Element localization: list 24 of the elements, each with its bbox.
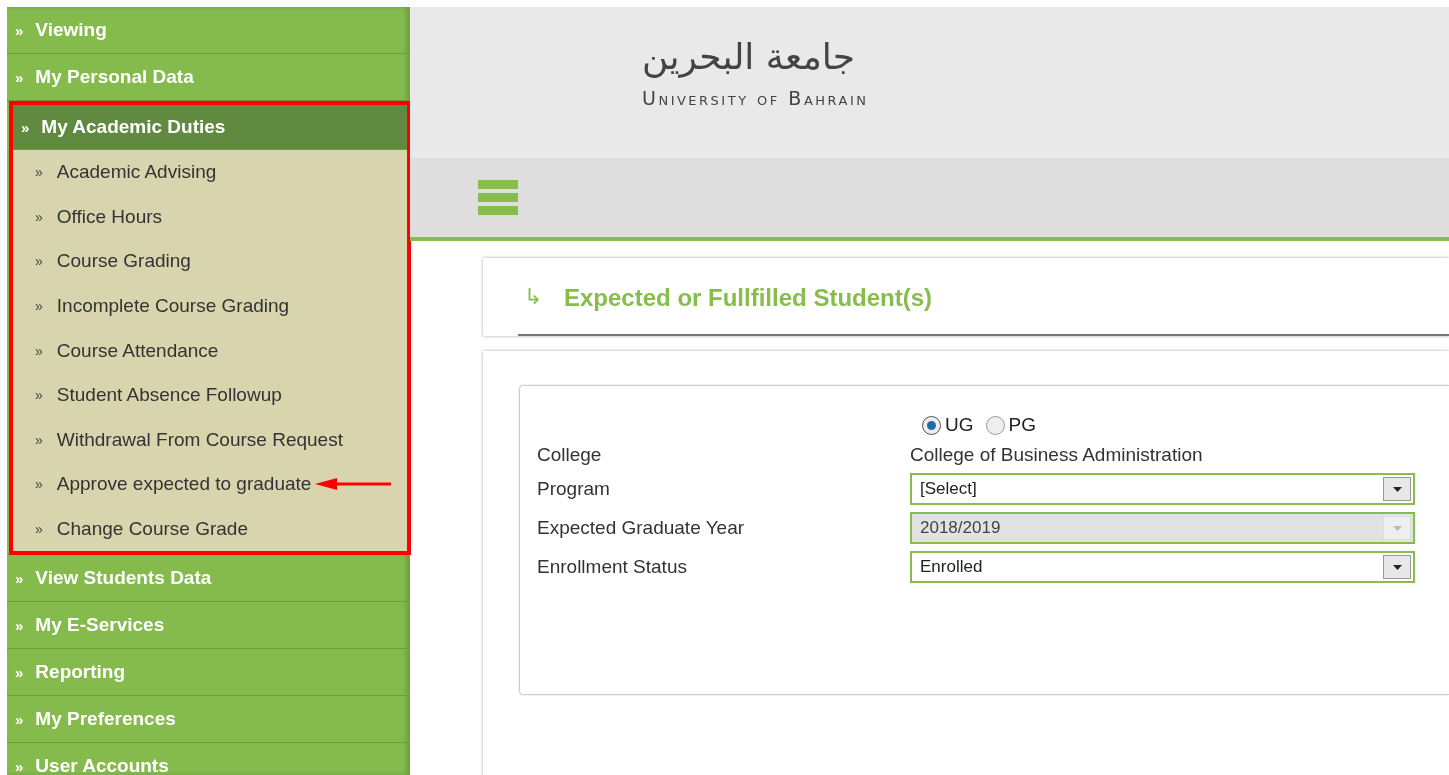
submenu-item[interactable]: » Office Hours: [13, 194, 407, 240]
dropdown-field[interactable]: Enrolled: [910, 551, 1415, 583]
submenu-item[interactable]: » Incomplete Course Grading: [13, 283, 407, 329]
page-title: Expected or Fullfilled Student(s): [564, 284, 933, 312]
submenu-item[interactable]: » Academic Advising: [13, 150, 407, 195]
sidebar-item[interactable]: » My Academic Duties: [13, 105, 407, 150]
field-label: Expected Graduate Year: [537, 517, 746, 539]
dropdown-field[interactable]: [Select]: [910, 473, 1415, 505]
logo-arabic-text: جامعة البحرين: [642, 36, 855, 77]
radio-option[interactable]: UG: [922, 414, 974, 436]
submenu-item[interactable]: » Student Absence Followup: [13, 372, 407, 418]
submenu-item[interactable]: » Course Attendance: [13, 328, 407, 373]
menu-icon[interactable]: [478, 179, 518, 216]
field-label: Program: [537, 478, 611, 500]
submenu-item[interactable]: » Withdrawal From Course Request: [13, 417, 407, 463]
field-value: College of Business Administration: [910, 444, 1204, 466]
field-label: Enrollment Status: [537, 556, 688, 578]
submenu-item[interactable]: » Change Course Grade: [13, 506, 407, 552]
return-arrow-icon: ↳: [524, 284, 542, 310]
radio-option[interactable]: PG: [985, 414, 1036, 436]
logo-english-text: University of Bahrain: [642, 87, 869, 109]
field-label: College: [537, 444, 603, 466]
submenu-item[interactable]: » Approve expected to graduate: [13, 462, 407, 507]
submenu-item[interactable]: » Course Grading: [13, 239, 407, 284]
